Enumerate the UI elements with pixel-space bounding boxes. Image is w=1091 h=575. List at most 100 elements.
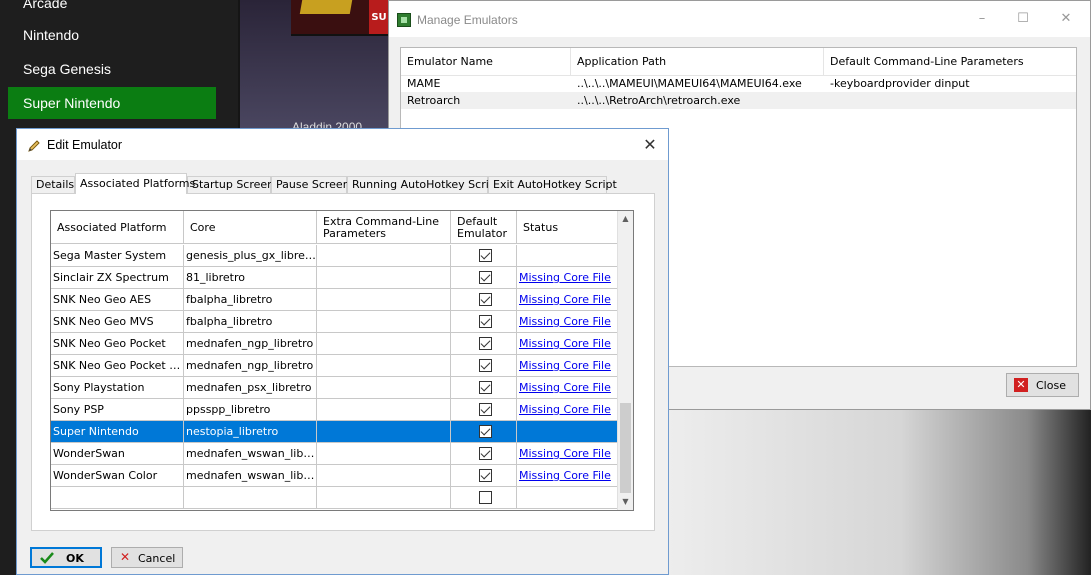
missing-core-file-link[interactable]: Missing Core File (519, 381, 611, 394)
maximize-icon[interactable]: ☐ (1013, 11, 1033, 27)
platform-cell[interactable]: Sony PSP (51, 399, 184, 420)
platform-cell[interactable]: SNK Neo Geo Pocket (51, 333, 184, 354)
minimize-icon[interactable]: – (972, 11, 992, 27)
cancel-button[interactable]: ✕ Cancel (111, 547, 183, 568)
core-cell[interactable]: fbalpha_libretro (184, 289, 317, 310)
core-cell[interactable]: mednafen_psx_libretro (184, 377, 317, 398)
game-box-art[interactable]: SU (291, 0, 389, 36)
grid-row[interactable] (51, 487, 618, 509)
default-emulator-checkbox[interactable] (479, 315, 492, 328)
tab-startup-screen[interactable]: Startup Screen (187, 176, 274, 193)
missing-core-file-link[interactable]: Missing Core File (519, 403, 611, 416)
column-header-associated-platform[interactable]: Associated Platform (51, 211, 184, 244)
extra-params-cell[interactable] (317, 245, 451, 266)
column-header-default-emulator[interactable]: Default Emulator (451, 211, 517, 244)
associated-platforms-grid[interactable]: Associated Platform Core Extra Command-L… (50, 210, 634, 511)
sidebar-item-super-nintendo[interactable]: Super Nintendo (8, 87, 216, 119)
grid-row[interactable]: Sony PSP ppsspp_libretro Missing Core File (51, 399, 618, 421)
extra-params-cell[interactable] (317, 421, 451, 442)
core-cell[interactable]: mednafen_ngp_libretro (184, 333, 317, 354)
extra-params-cell[interactable] (317, 443, 451, 464)
column-header-default-params[interactable]: Default Command-Line Parameters (824, 48, 1078, 76)
core-cell[interactable]: 81_libretro (184, 267, 317, 288)
status-cell[interactable] (517, 487, 618, 508)
grid-row[interactable]: Sega Master System genesis_plus_gx_libret… (51, 245, 618, 267)
grid-row[interactable]: SNK Neo Geo Pocket mednafen_ngp_libretro M… (51, 333, 618, 355)
status-cell[interactable]: Missing Core File (517, 311, 618, 332)
grid-row[interactable]: Sinclair ZX Spectrum 81_libretro Missing C… (51, 267, 618, 289)
emulator-row[interactable]: Retroarch ..\..\..\RetroArch\retroarch.e… (401, 92, 1076, 109)
status-cell[interactable]: Missing Core File (517, 267, 618, 288)
extra-params-cell[interactable] (317, 377, 451, 398)
extra-params-cell[interactable] (317, 333, 451, 354)
missing-core-file-link[interactable]: Missing Core File (519, 447, 611, 460)
status-cell[interactable]: Missing Core File (517, 333, 618, 354)
default-emulator-checkbox[interactable] (479, 337, 492, 350)
grid-scrollbar[interactable]: ▲ ▼ (617, 211, 633, 510)
scroll-up-icon[interactable]: ▲ (618, 211, 633, 227)
grid-row[interactable]: Super Nintendo nestopia_libretro (51, 421, 618, 443)
column-header-emulator-name[interactable]: Emulator Name (401, 48, 571, 76)
status-cell[interactable]: Missing Core File (517, 377, 618, 398)
platform-cell[interactable]: SNK Neo Geo MVS (51, 311, 184, 332)
platform-cell[interactable]: Sega Master System (51, 245, 184, 266)
default-emulator-checkbox[interactable] (479, 491, 492, 504)
sidebar-item-arcade[interactable]: Arcade (8, 0, 216, 19)
default-emulator-checkbox[interactable] (479, 359, 492, 372)
platform-cell[interactable]: SNK Neo Geo AES (51, 289, 184, 310)
close-window-icon[interactable]: ✕ (1056, 11, 1076, 27)
missing-core-file-link[interactable]: Missing Core File (519, 359, 611, 372)
default-emulator-checkbox[interactable] (479, 271, 492, 284)
default-emulator-checkbox[interactable] (479, 381, 492, 394)
default-emulator-checkbox[interactable] (479, 425, 492, 438)
extra-params-cell[interactable] (317, 267, 451, 288)
tab-details[interactable]: Details (31, 176, 75, 193)
core-cell[interactable]: mednafen_wswan_libr... (184, 465, 317, 486)
sidebar-item-nintendo[interactable]: Nintendo (8, 19, 216, 51)
column-header-status[interactable]: Status (517, 211, 618, 244)
column-header-extra-params[interactable]: Extra Command-Line Parameters (317, 211, 451, 244)
missing-core-file-link[interactable]: Missing Core File (519, 315, 611, 328)
platform-cell[interactable] (51, 487, 184, 508)
emulator-row[interactable]: MAME ..\..\..\MAMEUI\MAMEUI64\MAMEUI64.e… (401, 75, 1076, 92)
extra-params-cell[interactable] (317, 487, 451, 508)
grid-row[interactable]: SNK Neo Geo MVS fbalpha_libretro Missing C… (51, 311, 618, 333)
platform-cell[interactable]: WonderSwan Color (51, 465, 184, 486)
default-emulator-checkbox[interactable] (479, 447, 492, 460)
extra-params-cell[interactable] (317, 289, 451, 310)
platform-cell[interactable]: Sinclair ZX Spectrum (51, 267, 184, 288)
platform-cell[interactable]: SNK Neo Geo Pocket C... (51, 355, 184, 376)
default-emulator-checkbox[interactable] (479, 469, 492, 482)
tab-associated-platforms[interactable]: Associated Platforms (75, 173, 195, 194)
platform-cell[interactable]: Super Nintendo (51, 421, 184, 442)
extra-params-cell[interactable] (317, 465, 451, 486)
scroll-down-icon[interactable]: ▼ (618, 494, 633, 510)
grid-row[interactable]: SNK Neo Geo AES fbalpha_libretro Missing C… (51, 289, 618, 311)
core-cell[interactable] (184, 487, 317, 508)
column-header-core[interactable]: Core (184, 211, 317, 244)
platform-cell[interactable]: Sony Playstation (51, 377, 184, 398)
extra-params-cell[interactable] (317, 311, 451, 332)
tab-exit-autohotkey-script[interactable]: Exit AutoHotkey Script (488, 176, 617, 193)
core-cell[interactable]: fbalpha_libretro (184, 311, 317, 332)
missing-core-file-link[interactable]: Missing Core File (519, 293, 611, 306)
column-header-application-path[interactable]: Application Path (571, 48, 824, 76)
close-icon[interactable]: ✕ (640, 135, 660, 155)
extra-params-cell[interactable] (317, 399, 451, 420)
grid-row[interactable]: WonderSwan Color mednafen_wswan_libr... Mi… (51, 465, 618, 487)
close-button[interactable]: ✕ Close (1006, 373, 1079, 397)
tab-running-autohotkey-script[interactable]: Running AutoHotkey Script (347, 176, 500, 193)
sidebar-item-sega-genesis[interactable]: Sega Genesis (8, 53, 216, 85)
core-cell[interactable]: mednafen_wswan_libr... (184, 443, 317, 464)
grid-row[interactable]: SNK Neo Geo Pocket C... mednafen_ngp_libr… (51, 355, 618, 377)
status-cell[interactable]: Missing Core File (517, 443, 618, 464)
core-cell[interactable]: genesis_plus_gx_libretro (184, 245, 317, 266)
status-cell[interactable]: Missing Core File (517, 465, 618, 486)
missing-core-file-link[interactable]: Missing Core File (519, 337, 611, 350)
default-emulator-checkbox[interactable] (479, 403, 492, 416)
core-cell[interactable]: mednafen_ngp_libretro (184, 355, 317, 376)
status-cell[interactable]: Missing Core File (517, 355, 618, 376)
scroll-thumb[interactable] (620, 403, 631, 493)
default-emulator-checkbox[interactable] (479, 249, 492, 262)
tab-pause-screen[interactable]: Pause Screen (271, 176, 350, 193)
